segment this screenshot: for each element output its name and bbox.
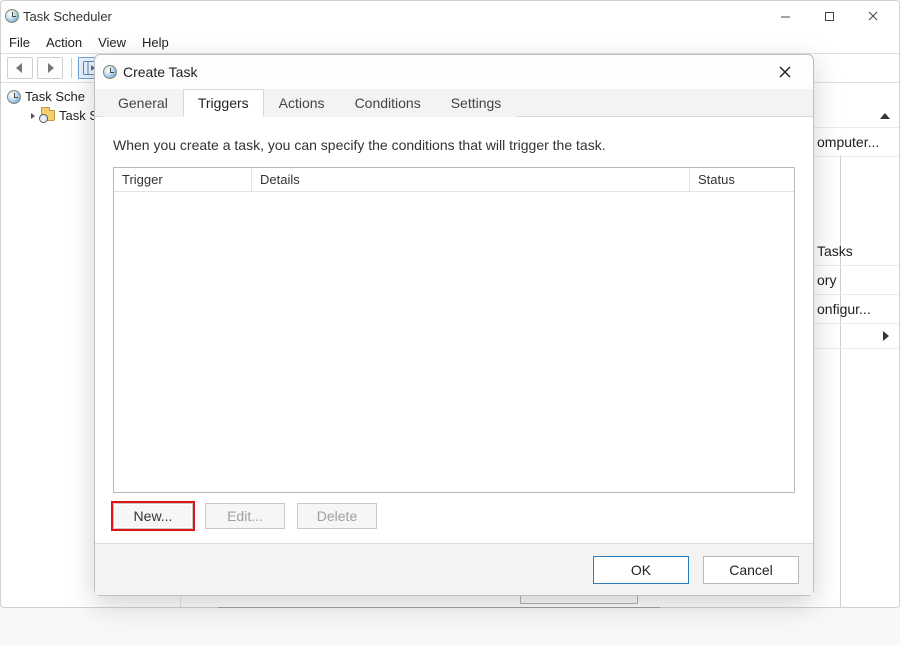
maximize-button[interactable] (807, 2, 851, 30)
column-trigger[interactable]: Trigger (114, 168, 252, 191)
dialog-close-button[interactable] (765, 58, 805, 86)
dialog-title: Create Task (123, 64, 197, 80)
ok-button[interactable]: OK (593, 556, 689, 584)
menu-action[interactable]: Action (46, 35, 82, 50)
panel-item[interactable]: onfigur... (809, 295, 899, 324)
new-trigger-button[interactable]: New... (113, 503, 193, 529)
clock-icon (5, 9, 19, 23)
close-button[interactable] (851, 2, 895, 30)
tab-settings[interactable]: Settings (436, 89, 517, 117)
delete-trigger-button[interactable]: Delete (297, 503, 377, 529)
menu-help[interactable]: Help (142, 35, 169, 50)
clock-icon (103, 65, 117, 79)
tree-child-label: Task S (59, 108, 98, 123)
dialog-tabs: General Triggers Actions Conditions Sett… (95, 89, 813, 117)
dialog-body: When you create a task, you can specify … (95, 117, 813, 543)
triggers-rows[interactable] (114, 192, 794, 492)
tree-root-label: Task Sche (25, 89, 85, 104)
tab-actions[interactable]: Actions (264, 89, 340, 117)
menu-file[interactable]: File (9, 35, 30, 50)
panel-collapse-button[interactable] (809, 105, 899, 128)
minimize-button[interactable] (763, 2, 807, 30)
main-title: Task Scheduler (23, 9, 112, 24)
create-task-dialog: Create Task General Triggers Actions Con… (94, 54, 814, 596)
back-button[interactable] (7, 57, 33, 79)
panel-expand-button[interactable] (809, 324, 899, 349)
toolbar-divider (71, 58, 72, 78)
chevron-right-icon (29, 112, 37, 120)
column-status[interactable]: Status (690, 168, 794, 191)
panel-item[interactable]: ory (809, 266, 899, 295)
menubar: File Action View Help (1, 31, 899, 53)
menu-view[interactable]: View (98, 35, 126, 50)
forward-button[interactable] (37, 57, 63, 79)
tab-general[interactable]: General (103, 89, 183, 117)
dialog-footer: OK Cancel (95, 543, 813, 595)
tab-conditions[interactable]: Conditions (340, 89, 436, 117)
edit-trigger-button[interactable]: Edit... (205, 503, 285, 529)
triggers-header: Trigger Details Status (114, 168, 794, 192)
panel-item[interactable]: Tasks (809, 237, 899, 266)
tab-triggers[interactable]: Triggers (183, 89, 264, 117)
folder-icon (41, 110, 55, 121)
triggers-description: When you create a task, you can specify … (113, 137, 795, 153)
dialog-titlebar: Create Task (95, 55, 813, 89)
triggers-table: Trigger Details Status (113, 167, 795, 493)
triggers-action-buttons: New... Edit... Delete (113, 503, 795, 529)
clock-icon (7, 90, 21, 104)
column-details[interactable]: Details (252, 168, 690, 191)
panel-item[interactable]: omputer... (809, 128, 899, 157)
cancel-button[interactable]: Cancel (703, 556, 799, 584)
main-titlebar: Task Scheduler (1, 1, 899, 31)
